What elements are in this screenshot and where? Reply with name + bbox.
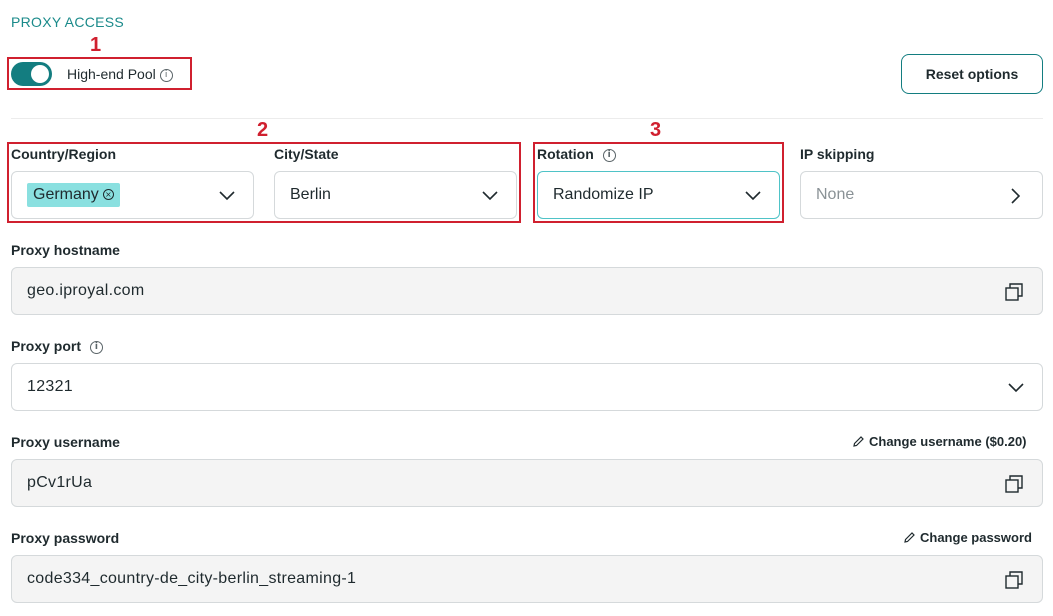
password-field[interactable]: code334_country-de_city-berlin_streaming… [11,555,1043,603]
chevron-down-icon [745,191,761,201]
chevron-down-icon [482,191,498,201]
ip-skipping-label: IP skipping [800,146,875,162]
password-value: code334_country-de_city-berlin_streaming… [27,570,357,587]
annotation-number-1: 1 [90,34,102,56]
city-value: Berlin [290,186,331,203]
ip-skipping-value: None [816,186,855,203]
divider [11,118,1043,119]
remove-chip-icon[interactable]: × [102,189,114,201]
rotation-label-text: Rotation [537,146,594,162]
high-end-pool-toggle[interactable] [11,62,52,86]
change-username-link[interactable]: Change username ($0.20) [852,434,1027,449]
rotation-select[interactable]: Randomize IP [537,171,780,219]
reset-options-button[interactable]: Reset options [901,54,1043,94]
username-field[interactable]: pCv1rUa [11,459,1043,507]
info-icon[interactable]: i [89,340,103,354]
chevron-right-icon [1011,188,1020,204]
rotation-value: Randomize IP [553,186,654,203]
copy-icon[interactable] [1004,282,1024,302]
change-password-text: Change password [920,530,1032,545]
port-value: 12321 [27,378,73,395]
info-icon[interactable]: i [602,148,616,162]
password-label: Proxy password [11,530,120,546]
change-username-text: Change username ($0.20) [869,434,1027,449]
toggle-knob [31,65,49,83]
country-chip[interactable]: Germany × [27,183,120,207]
country-select[interactable]: Germany × [11,171,254,219]
port-label: Proxy port i [11,338,103,354]
high-end-pool-label: High-end Pool i [67,66,173,82]
country-label: Country/Region [11,146,116,162]
city-select[interactable]: Berlin [274,171,517,219]
info-icon[interactable]: i [159,68,173,82]
username-label: Proxy username [11,434,120,450]
hostname-value: geo.iproyal.com [27,282,145,299]
high-end-pool-text: High-end Pool [67,66,156,82]
section-title: PROXY ACCESS [11,14,125,30]
pencil-icon [904,532,915,543]
username-value: pCv1rUa [27,474,93,491]
chevron-down-icon [219,191,235,201]
port-label-text: Proxy port [11,338,82,354]
annotation-number-3: 3 [650,119,662,141]
ip-skipping-select[interactable]: None [800,171,1043,219]
copy-icon[interactable] [1004,570,1024,590]
annotation-number-2: 2 [257,119,269,141]
hostname-label: Proxy hostname [11,242,120,258]
copy-icon[interactable] [1004,474,1024,494]
country-chip-text: Germany [33,186,99,203]
pencil-icon [853,436,864,447]
hostname-field[interactable]: geo.iproyal.com [11,267,1043,315]
chevron-down-icon [1008,383,1024,393]
rotation-label: Rotation i [537,146,616,162]
city-label: City/State [274,146,339,162]
port-select[interactable]: 12321 [11,363,1043,411]
change-password-link[interactable]: Change password [903,530,1032,545]
